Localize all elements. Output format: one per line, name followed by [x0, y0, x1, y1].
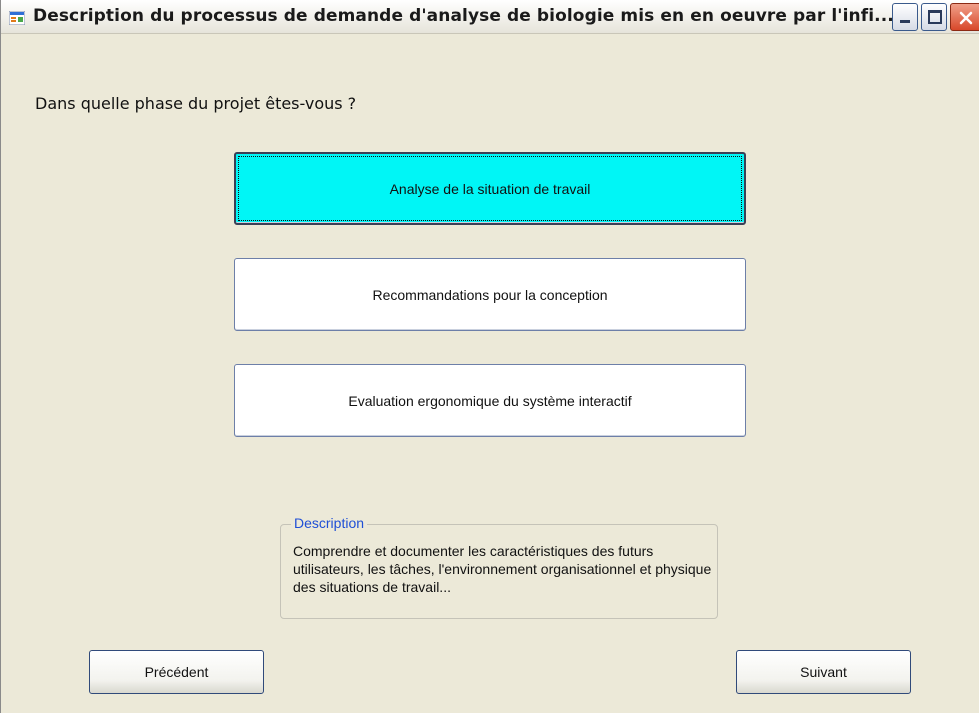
phase-button-recommandations[interactable]: Recommandations pour la conception [234, 258, 746, 331]
phase-button-analyse[interactable]: Analyse de la situation de travail [234, 152, 746, 225]
app-form-icon [8, 10, 26, 26]
window-title: Description du processus de demande d'an… [33, 6, 894, 26]
phase-button-label: Recommandations pour la conception [372, 286, 608, 303]
title-bar[interactable]: Description du processus de demande d'an… [1, 0, 979, 34]
main-window: Description du processus de demande d'an… [0, 0, 979, 713]
previous-button[interactable]: Précédent [89, 650, 264, 694]
phase-button-evaluation[interactable]: Evaluation ergonomique du système intera… [234, 364, 746, 437]
maximize-icon[interactable] [921, 3, 947, 31]
previous-button-label: Précédent [144, 664, 209, 680]
phase-button-label: Analyse de la situation de travail [389, 180, 591, 197]
description-legend: Description [291, 515, 368, 531]
next-button-label: Suivant [800, 664, 847, 680]
close-icon[interactable] [950, 3, 979, 31]
description-text: Comprendre et documenter les caractérist… [293, 543, 712, 595]
phase-button-label: Evaluation ergonomique du système intera… [348, 392, 632, 409]
phase-question: Dans quelle phase du projet êtes-vous ? [35, 94, 357, 113]
next-button[interactable]: Suivant [736, 650, 911, 694]
minimize-icon[interactable] [892, 3, 918, 31]
